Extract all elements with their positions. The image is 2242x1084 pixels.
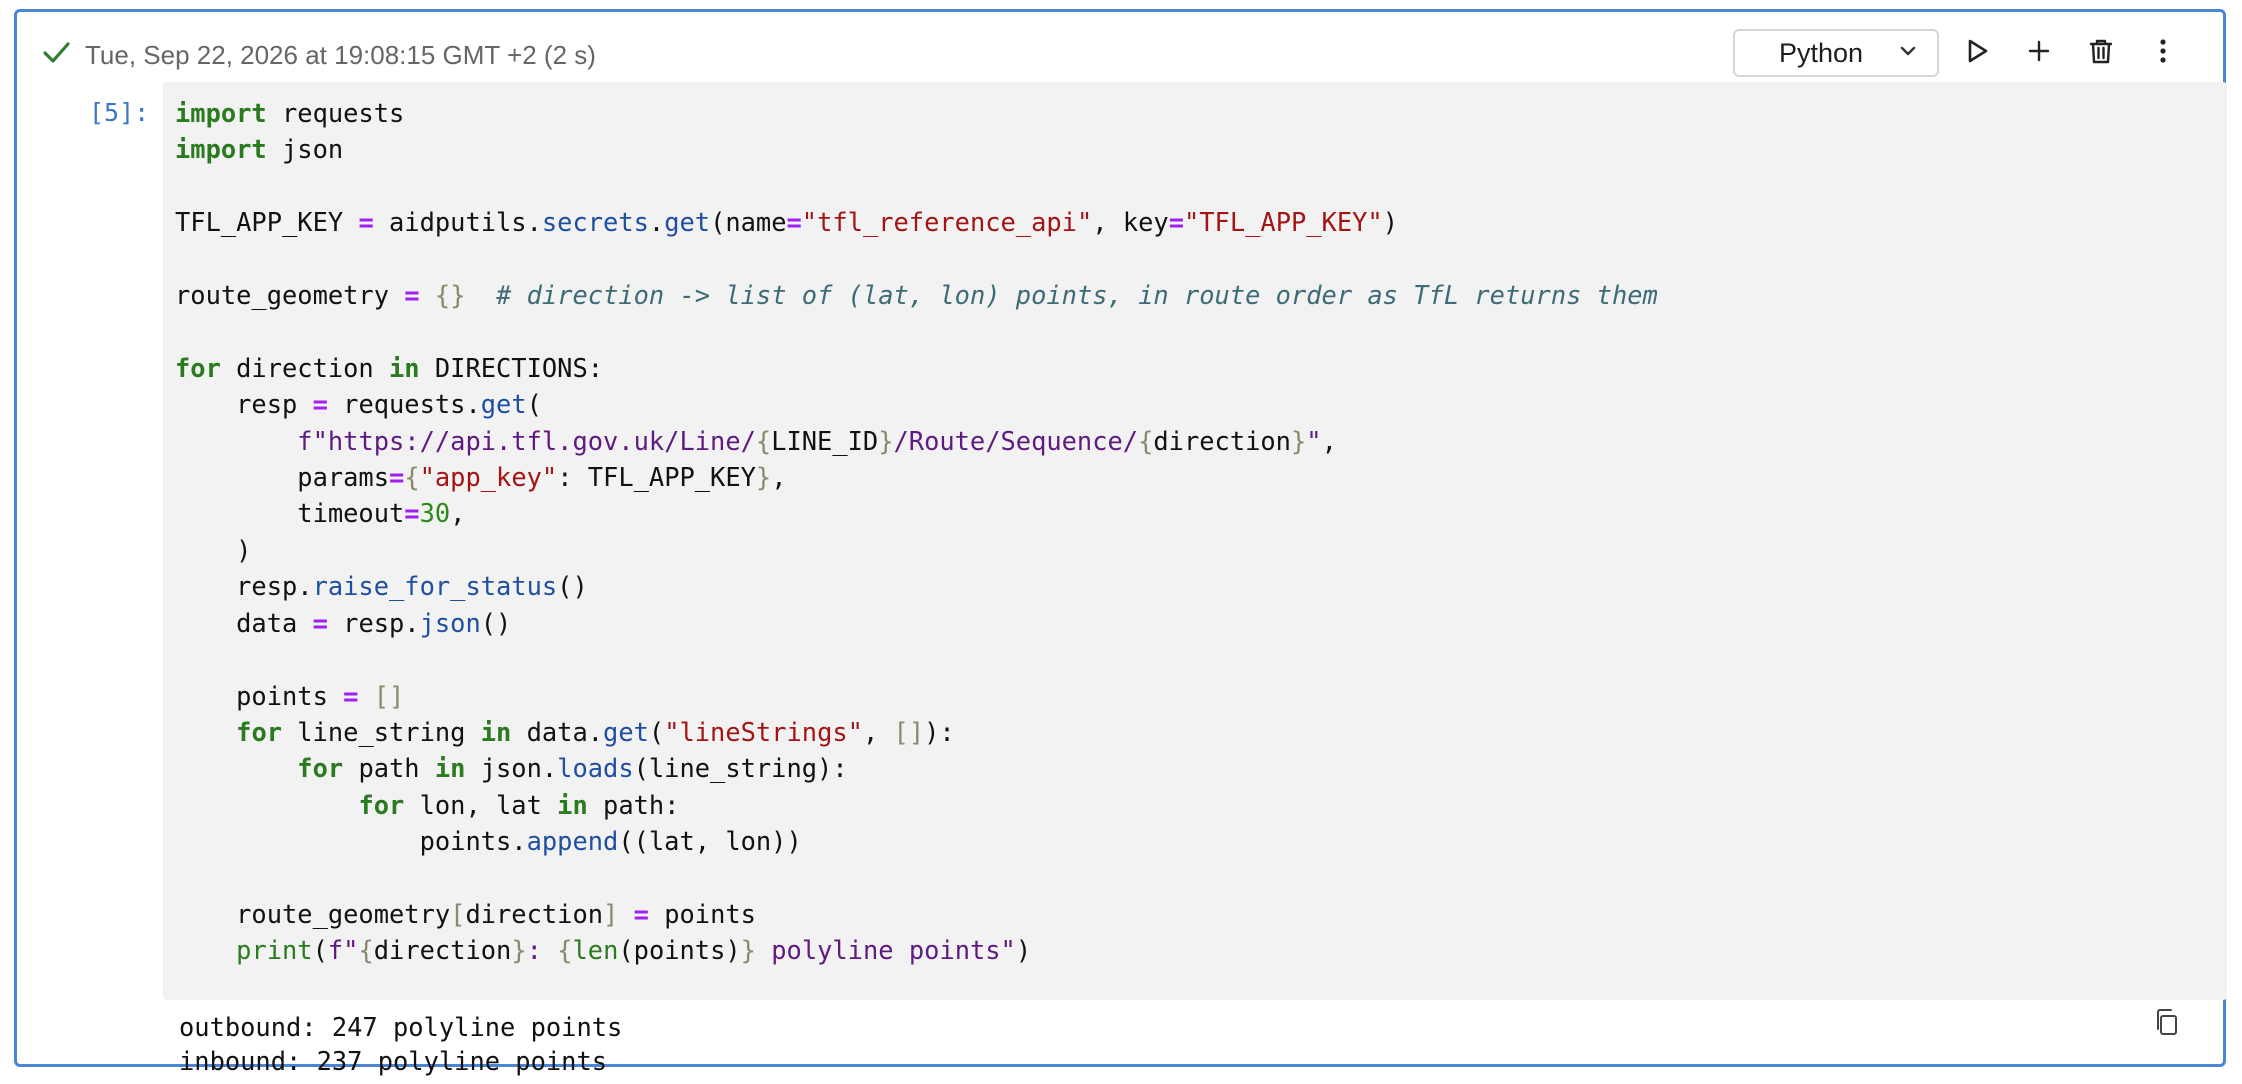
execution-timestamp: Tue, Sep 22, 2026 at 19:08:15 GMT +2 (2 …	[85, 39, 596, 70]
add-cell-button[interactable]	[2015, 29, 2063, 77]
execution-status: Tue, Sep 22, 2026 at 19:08:15 GMT +2 (2 …	[41, 30, 596, 80]
check-icon	[41, 38, 71, 73]
code-text[interactable]: import requests import json TFL_APP_KEY …	[175, 95, 1658, 969]
copy-output-button[interactable]	[2145, 1002, 2189, 1046]
kernel-select-label: Python	[1779, 37, 1864, 68]
notebook-cell[interactable]: Tue, Sep 22, 2026 at 19:08:15 GMT +2 (2 …	[14, 9, 2227, 1076]
code-editor[interactable]: import requests import json TFL_APP_KEY …	[163, 82, 2227, 1000]
kernel-select[interactable]: Python	[1733, 29, 1939, 77]
execution-count: [5]:	[89, 98, 150, 127]
run-cell-button[interactable]	[1953, 29, 2001, 77]
delete-cell-button[interactable]	[2077, 29, 2125, 77]
play-icon	[1962, 36, 1992, 71]
cell-toolbar: Python	[1733, 24, 2187, 82]
chevron-down-icon	[1897, 38, 1919, 69]
trash-icon	[2086, 36, 2116, 71]
more-vert-icon	[2148, 36, 2178, 71]
more-options-button[interactable]	[2139, 29, 2187, 77]
plus-icon	[2025, 37, 2053, 70]
copy-icon	[2152, 1007, 2182, 1042]
cell-output: outbound: 247 polyline points inbound: 2…	[179, 1012, 623, 1076]
